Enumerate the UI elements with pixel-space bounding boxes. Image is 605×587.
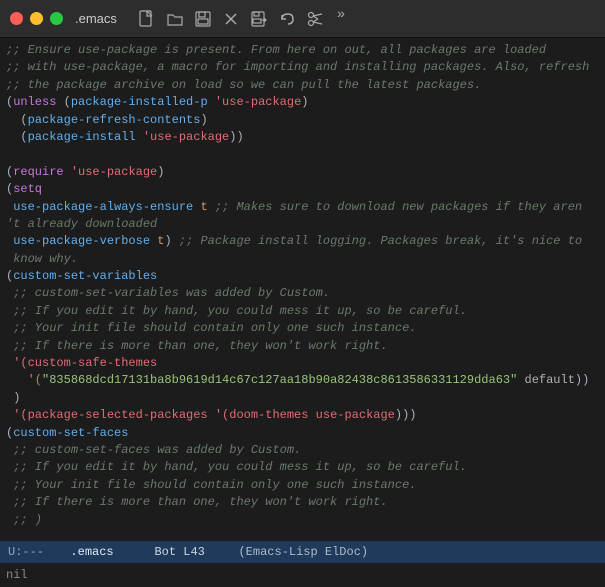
new-file-icon[interactable] [135,7,159,31]
status-position: Bot L43 [154,545,204,559]
toolbar-overflow-icon[interactable]: » [337,7,345,31]
status-extra: (Emacs-Lisp ElDoc) [238,545,368,559]
save-as-icon[interactable] [247,7,271,31]
status-spacer2 [120,545,149,559]
minibuffer-text: nil [6,568,28,582]
toolbar: » [135,7,345,31]
undo-icon[interactable] [275,7,299,31]
buffer-mode-indicator: U:--- [8,545,44,559]
window-title: .emacs [75,11,117,26]
status-left: U:--- .emacs Bot L43 (Emacs-Lisp ElDoc) [8,545,368,559]
status-spacer3 [211,545,233,559]
buffer-filename: .emacs [70,545,113,559]
maximize-button[interactable] [50,12,63,25]
status-spacer [50,545,64,559]
save-icon[interactable] [191,7,215,31]
editor-area: ;; Ensure use-package is present. From h… [0,38,605,541]
code-editor[interactable]: ;; Ensure use-package is present. From h… [0,40,605,541]
close-button[interactable] [10,12,23,25]
minibuffer: nil [0,563,605,587]
traffic-lights [10,12,63,25]
open-folder-icon[interactable] [163,7,187,31]
minimize-button[interactable] [30,12,43,25]
scissors-icon[interactable] [303,7,327,31]
close-file-icon[interactable] [219,7,243,31]
titlebar: .emacs [0,0,605,38]
statusbar: U:--- .emacs Bot L43 (Emacs-Lisp ElDoc) [0,541,605,563]
